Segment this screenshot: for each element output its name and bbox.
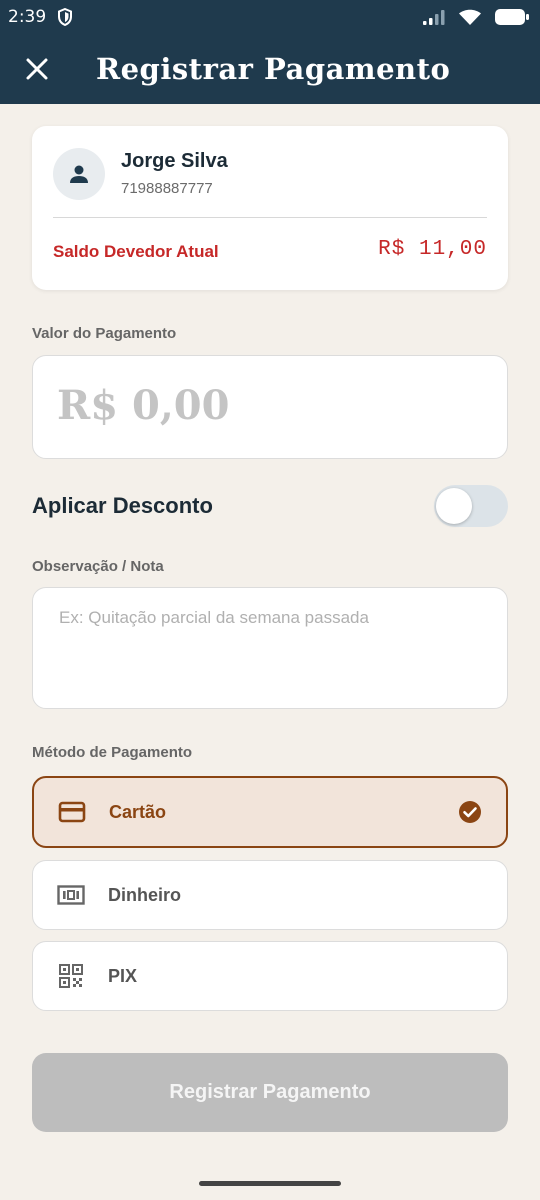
method-label: Método de Pagamento <box>32 744 193 761</box>
balance-value: R$ 11,00 <box>378 238 487 261</box>
person-icon <box>70 165 88 183</box>
toggle-knob <box>436 488 472 524</box>
page-title: Registrar Pagamento <box>96 52 451 86</box>
avatar <box>53 148 105 200</box>
status-time: 2:39 <box>8 7 47 27</box>
shield-icon <box>58 8 73 26</box>
home-indicator <box>199 1181 341 1186</box>
cell-signal-icon <box>423 10 445 25</box>
note-input[interactable]: Ex: Quitação parcial da semana passada <box>32 587 508 709</box>
status-icons <box>422 8 530 26</box>
amount-placeholder: R$ 0,00 <box>57 382 230 429</box>
register-payment-button[interactable]: Registrar Pagamento <box>32 1053 508 1132</box>
note-label: Observação / Nota <box>32 558 164 575</box>
note-placeholder: Ex: Quitação parcial da semana passada <box>59 608 369 627</box>
method-label-cartao: Cartão <box>109 801 167 822</box>
check-circle-icon <box>459 801 481 823</box>
method-option-cartao[interactable]: Cartão <box>32 776 508 848</box>
method-label-pix: PIX <box>108 965 138 986</box>
discount-toggle[interactable] <box>434 485 508 527</box>
status-bar: 2:39 <box>0 0 540 34</box>
method-label-dinheiro: Dinheiro <box>108 884 182 905</box>
discount-label: Aplicar Desconto <box>32 493 213 518</box>
close-button[interactable] <box>0 34 74 104</box>
method-option-dinheiro[interactable]: Dinheiro <box>32 860 508 930</box>
battery-icon <box>495 9 529 25</box>
wifi-icon <box>459 9 481 25</box>
card-divider <box>53 217 487 218</box>
close-icon <box>26 58 48 80</box>
amount-input[interactable]: R$ 0,00 <box>32 355 508 459</box>
balance-label: Saldo Devedor Atual <box>53 242 219 261</box>
client-name: Jorge Silva <box>121 150 228 172</box>
credit-card-icon <box>58 798 86 826</box>
client-phone: 71988887777 <box>121 180 213 197</box>
cash-icon <box>57 881 85 909</box>
qr-code-icon <box>57 962 85 990</box>
client-card: Jorge Silva 71988887777 Saldo Devedor At… <box>32 126 508 290</box>
method-option-pix[interactable]: PIX <box>32 941 508 1011</box>
app-bar: Registrar Pagamento <box>0 34 540 104</box>
amount-label: Valor do Pagamento <box>32 325 177 342</box>
